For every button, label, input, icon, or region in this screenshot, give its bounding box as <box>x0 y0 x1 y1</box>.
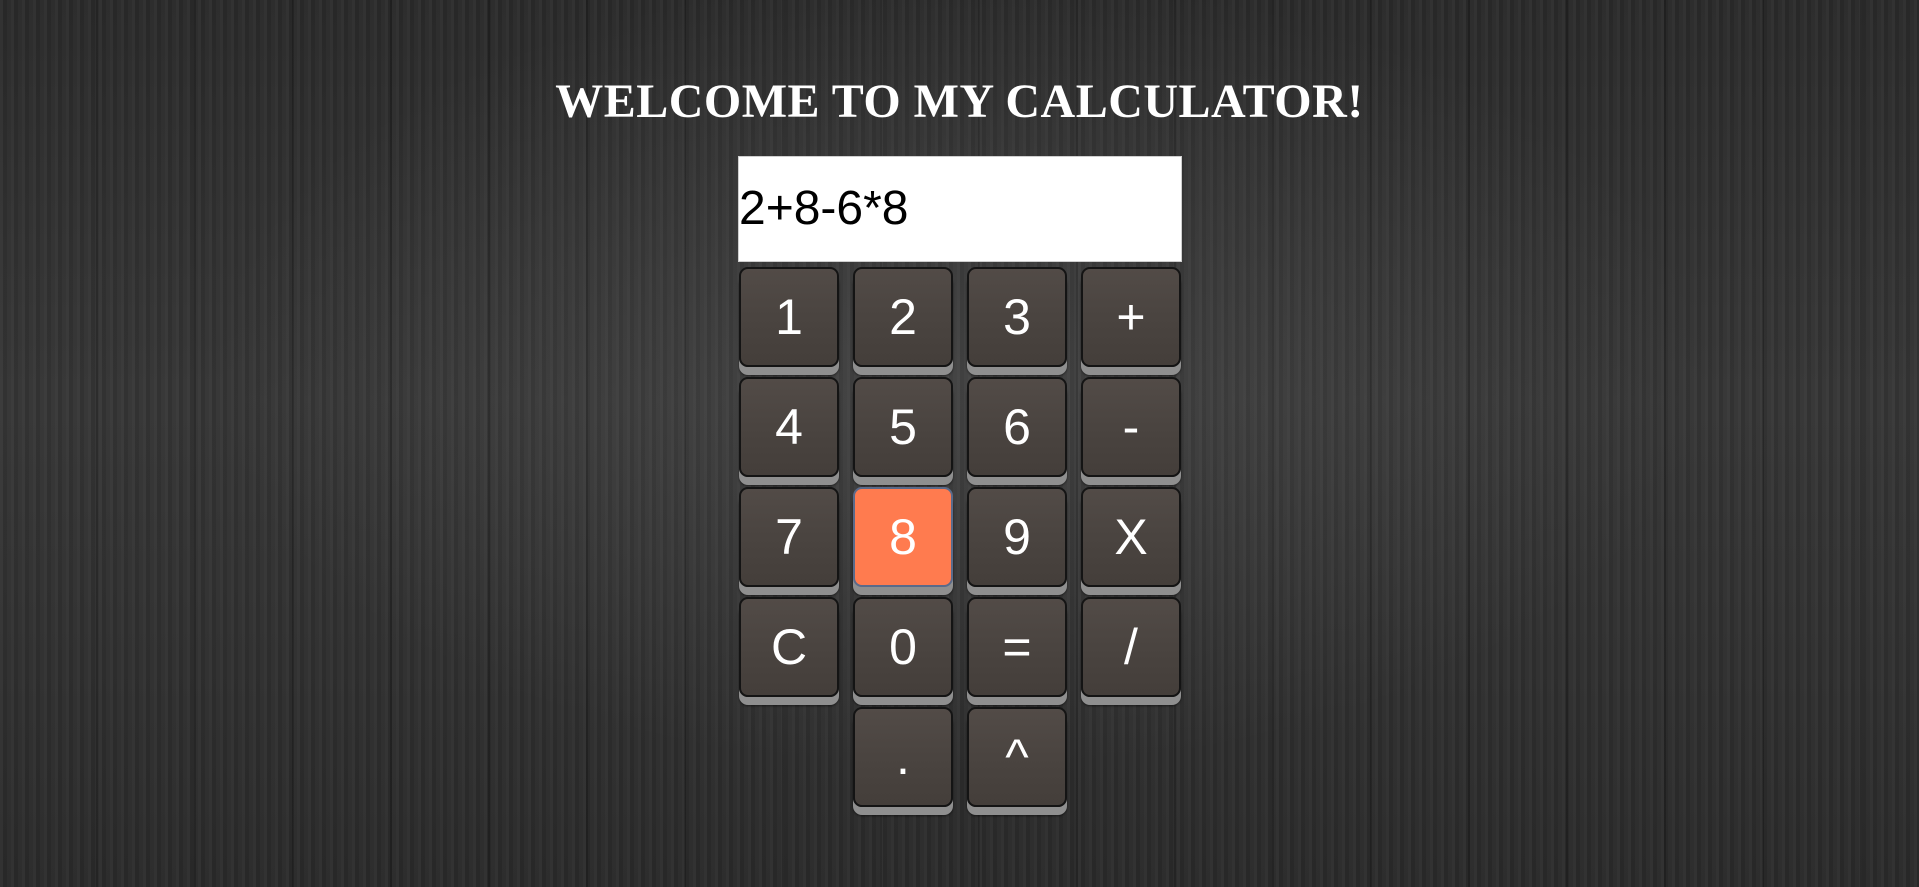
key-2-button[interactable]: 2 <box>853 267 953 367</box>
clear-button[interactable]: C <box>739 597 839 697</box>
key-4-button[interactable]: 4 <box>739 377 839 477</box>
key-1-button[interactable]: 1 <box>739 267 839 367</box>
divide-button[interactable]: / <box>1081 597 1181 697</box>
power-button[interactable]: ^ <box>967 707 1067 807</box>
key-5-button[interactable]: 5 <box>853 377 953 477</box>
multiply-button[interactable]: X <box>1081 487 1181 587</box>
subtract-button[interactable]: - <box>1081 377 1181 477</box>
calculator-keypad: 1 2 3 + 4 5 6 - 7 8 9 X C 0 = / . ^ <box>739 267 1183 817</box>
key-9-button[interactable]: 9 <box>967 487 1067 587</box>
key-8-button[interactable]: 8 <box>853 487 953 587</box>
calculator-display[interactable]: 2+8-6*8 <box>738 156 1182 262</box>
decimal-button[interactable]: . <box>853 707 953 807</box>
page-title: WELCOME TO MY CALCULATOR! <box>555 75 1364 129</box>
key-3-button[interactable]: 3 <box>967 267 1067 367</box>
key-0-button[interactable]: 0 <box>853 597 953 697</box>
equals-button[interactable]: = <box>967 597 1067 697</box>
key-6-button[interactable]: 6 <box>967 377 1067 477</box>
key-7-button[interactable]: 7 <box>739 487 839 587</box>
add-button[interactable]: + <box>1081 267 1181 367</box>
